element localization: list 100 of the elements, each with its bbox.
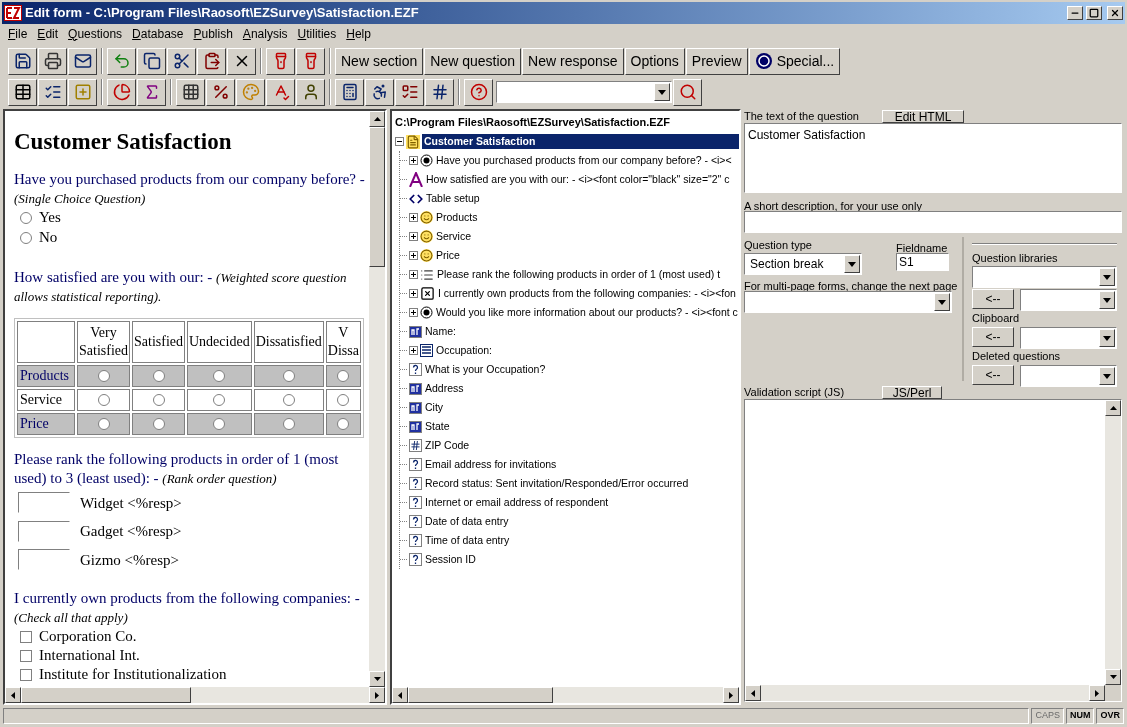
radio-button[interactable] (20, 231, 32, 244)
print-button[interactable] (38, 47, 67, 75)
push-button[interactable]: <-- (972, 327, 1014, 347)
table-button[interactable] (8, 78, 37, 106)
vertical-scrollbar[interactable] (369, 111, 385, 687)
dropdown[interactable] (1020, 365, 1117, 387)
toolbar-button[interactable]: Special... (748, 47, 841, 75)
tree-item[interactable]: State (424, 418, 451, 435)
menu-item[interactable]: Publish (188, 24, 238, 43)
tree-item[interactable]: Date of data entry (424, 513, 510, 530)
tree-item[interactable]: Price (435, 247, 461, 264)
percent-button[interactable] (206, 78, 235, 106)
horizontal-scrollbar[interactable] (745, 685, 1105, 701)
delete-button[interactable] (227, 47, 256, 75)
radio-button[interactable] (152, 370, 165, 383)
radio-button[interactable] (20, 211, 32, 224)
horizontal-scrollbar[interactable] (5, 687, 385, 703)
radio-button[interactable] (213, 418, 226, 431)
tree-item[interactable]: Products (435, 209, 479, 226)
save-button[interactable] (8, 47, 37, 75)
scrollbar-thumb[interactable] (21, 687, 191, 703)
calculator-button[interactable] (335, 78, 364, 106)
expand-icon[interactable] (409, 308, 418, 317)
search-button[interactable] (673, 78, 702, 106)
scroll-right-button[interactable] (723, 687, 739, 703)
tree-item[interactable]: ZIP Code (424, 437, 471, 454)
tree-item[interactable]: Internet or email address of respondent (424, 494, 610, 511)
accessibility-button[interactable] (365, 78, 394, 106)
expand-icon[interactable] (409, 346, 418, 355)
tree-item[interactable]: Time of data entry (424, 532, 511, 549)
radio-button[interactable] (337, 418, 350, 431)
scrollbar-thumb[interactable] (408, 687, 553, 703)
help-button[interactable] (464, 78, 493, 106)
dropdown[interactable]: Section break (744, 253, 862, 275)
checkbox[interactable] (20, 668, 32, 681)
toolbar-button[interactable]: Options (624, 47, 685, 75)
question-text-area[interactable]: Customer Satisfaction (744, 123, 1122, 193)
grid-button[interactable] (176, 78, 205, 106)
input-field[interactable] (744, 211, 1122, 233)
maximize-button[interactable] (1086, 6, 1102, 20)
tree-item[interactable]: Customer Satisfaction (422, 133, 739, 150)
scroll-down-button[interactable] (369, 671, 385, 687)
menu-item[interactable]: Edit (32, 24, 64, 43)
radio-button[interactable] (152, 394, 165, 407)
table-add-button[interactable] (68, 78, 97, 106)
menu-item[interactable]: Analysis (237, 24, 293, 43)
expand-icon[interactable] (409, 270, 418, 279)
radio-button[interactable] (97, 418, 110, 431)
tree-item[interactable]: Address (424, 380, 465, 397)
portrait-button[interactable] (296, 78, 325, 106)
radio-button[interactable] (282, 418, 295, 431)
checklist-button[interactable] (395, 78, 424, 106)
radio-button[interactable] (152, 418, 165, 431)
radio-button[interactable] (97, 370, 110, 383)
email-button[interactable] (68, 47, 97, 75)
radio-button[interactable] (282, 370, 295, 383)
menu-item[interactable]: Database (127, 24, 189, 43)
collapse-icon[interactable] (395, 137, 404, 146)
toolbar-button[interactable]: Preview (685, 47, 748, 75)
scroll-right-button[interactable] (1089, 685, 1105, 701)
tree-item[interactable]: Session ID (424, 551, 477, 568)
tree-item[interactable]: Name: (424, 323, 457, 340)
horizontal-scrollbar[interactable] (392, 687, 739, 703)
paste-button[interactable] (197, 47, 226, 75)
menu-item[interactable]: Utilities (292, 24, 342, 43)
radio-button[interactable] (97, 394, 110, 407)
tree-item[interactable]: City (424, 399, 445, 416)
scroll-up-button[interactable] (369, 111, 385, 127)
scrollbar-thumb[interactable] (369, 127, 385, 267)
expand-icon[interactable] (409, 213, 418, 222)
tree-item[interactable]: Table setup (425, 190, 481, 207)
dropdown[interactable] (1020, 289, 1117, 311)
radio-button[interactable] (337, 394, 350, 407)
minimize-button[interactable] (1067, 6, 1083, 20)
push-button[interactable]: Edit HTML (882, 109, 964, 123)
tree-item[interactable]: Record status: Sent invitation/Responded/Error occurred (424, 475, 690, 492)
checkbox[interactable] (20, 649, 32, 662)
spell-check-button[interactable] (266, 78, 295, 106)
copy-button[interactable] (137, 47, 166, 75)
tree-item[interactable]: Please rank the following products in order of 1 (most used) t (436, 266, 722, 283)
radio-button[interactable] (282, 394, 295, 407)
scroll-right-button[interactable] (369, 687, 385, 703)
palette-button[interactable] (236, 78, 265, 106)
expand-icon[interactable] (409, 232, 418, 241)
table-check-button[interactable] (38, 78, 67, 106)
scroll-left-button[interactable] (745, 685, 761, 701)
pie-chart-button[interactable] (107, 78, 136, 106)
dropdown[interactable] (1020, 327, 1117, 349)
expand-icon[interactable] (409, 251, 418, 260)
toolbar-button[interactable]: New response (522, 47, 624, 75)
radio-button[interactable] (213, 394, 226, 407)
push-button[interactable]: <-- (972, 365, 1014, 385)
expand-icon[interactable] (409, 156, 418, 165)
tree-item[interactable]: Email address for invitations (424, 456, 558, 473)
tree-item[interactable]: Service (435, 228, 472, 245)
menu-item[interactable]: File (3, 24, 33, 43)
scroll-left-button[interactable] (5, 687, 21, 703)
hash-button[interactable] (425, 78, 454, 106)
tree-item[interactable]: I currently own products from the following companies: - <i><fon (437, 285, 737, 302)
scroll-left-button[interactable] (392, 687, 408, 703)
